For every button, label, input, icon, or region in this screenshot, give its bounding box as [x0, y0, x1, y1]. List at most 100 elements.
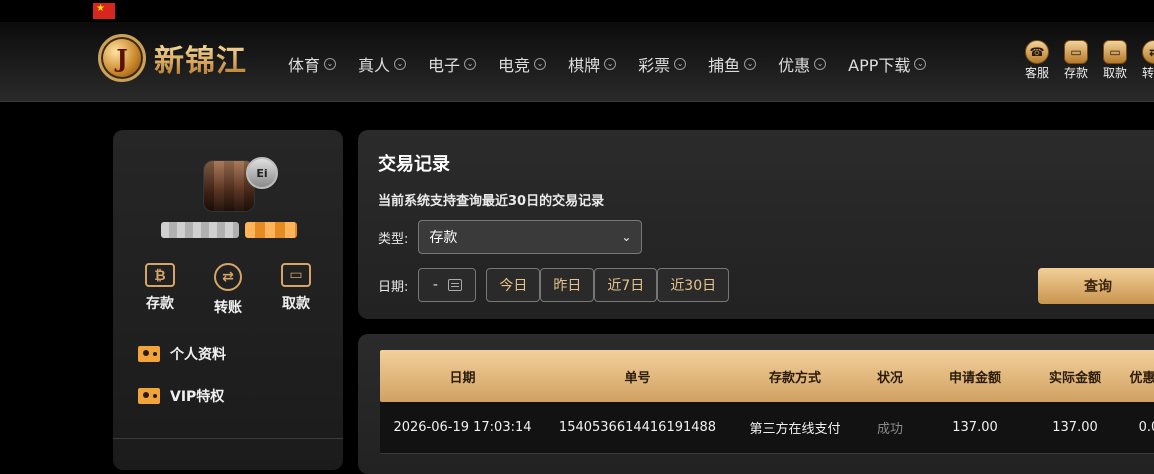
- nav-label: 捕鱼: [708, 56, 741, 75]
- quick-transfer[interactable]: ⇄ 转账: [1140, 40, 1154, 79]
- transactions-filter-panel: 交易记录 当前系统支持查询最近30日的交易记录 类型: 存款 ⌄ 日期: - 今…: [358, 130, 1154, 319]
- table-cell-status: 成功: [876, 422, 903, 437]
- table-header-actual-amount: 实际金额: [1048, 370, 1101, 386]
- sidebar-item-profile[interactable]: 个人资料: [138, 344, 226, 364]
- table-header-status: 状况: [876, 370, 903, 386]
- wallet-icon: ₿: [145, 263, 175, 287]
- table-row: 2026-06-19 17:03:14 1540536614416191488 …: [380, 402, 1154, 454]
- sidebar-item-vip[interactable]: VIP特权: [138, 386, 226, 406]
- type-filter-row: 类型: 存款 ⌄: [378, 220, 643, 254]
- nav-label: 彩票: [638, 56, 671, 75]
- chevron-down-icon: ⌄: [534, 58, 547, 70]
- table-header-bonus-amount: 优惠金: [1129, 370, 1154, 386]
- main-nav: 体育 ⌄ 真人 ⌄ 电子 ⌄ 电竞 ⌄ 棋牌 ⌄ 彩票 ⌄ 捕鱼 ⌄ 优惠 ⌄: [288, 52, 927, 76]
- nav-label: 电竞: [498, 56, 531, 75]
- sidebar-actions: ₿ 存款 ⇄ 转账 ▭ 取款: [130, 263, 326, 317]
- range-button-30days[interactable]: 近30日: [657, 268, 730, 302]
- calendar-icon: [447, 279, 462, 291]
- site-logo[interactable]: J 新锦江: [98, 34, 247, 82]
- sidebar-action-withdraw[interactable]: ▭ 取款: [266, 263, 326, 317]
- chevron-down-icon: ⌄: [621, 230, 632, 244]
- page-title: 交易记录: [378, 154, 450, 175]
- chevron-down-icon: ⌄: [674, 58, 687, 70]
- sidebar-action-label: 取款: [282, 296, 310, 312]
- table-cell-deposit-method: 第三方在线支付: [749, 422, 841, 437]
- chevron-down-icon: ⌄: [814, 58, 827, 70]
- masked-username: [161, 222, 239, 238]
- type-select[interactable]: 存款 ⌄: [418, 220, 643, 254]
- chevron-down-icon: ⌄: [604, 58, 617, 70]
- quick-label: 转账: [1141, 66, 1154, 80]
- sidebar-action-transfer[interactable]: ⇄ 转账: [198, 263, 258, 317]
- quick-withdraw[interactable]: ▭ 取款: [1101, 40, 1129, 79]
- sidebar-menu: 个人资料 VIP特权: [138, 344, 226, 406]
- table-header-deposit-method: 存款方式: [768, 370, 821, 386]
- range-button-today[interactable]: 今日: [486, 268, 541, 302]
- nav-label: 优惠: [778, 56, 811, 75]
- transfer-icon: ⇄: [214, 263, 242, 291]
- table-header-requested-amount: 申请金额: [948, 370, 1001, 386]
- sidebar-action-label: 存款: [146, 296, 174, 312]
- table-header-date: 日期: [449, 370, 476, 386]
- chevron-down-icon: ⌄: [914, 58, 927, 70]
- nav-item-esports[interactable]: 电竞 ⌄: [498, 52, 547, 76]
- support-icon: ☎: [1025, 40, 1049, 64]
- table-cell-date: 2026-06-19 17:03:14: [393, 420, 532, 435]
- withdraw-icon: ▭: [1103, 40, 1127, 64]
- nav-item-promotions[interactable]: 优惠 ⌄: [778, 52, 827, 76]
- nav-item-lottery[interactable]: 彩票 ⌄: [638, 52, 687, 76]
- date-filter-row: 日期: - 今日 昨日 近7日 近30日: [378, 268, 730, 302]
- chevron-down-icon: ⌄: [464, 58, 477, 70]
- card-icon: ▭: [281, 263, 311, 287]
- nav-label: 体育: [288, 56, 321, 75]
- nav-item-fishing[interactable]: 捕鱼 ⌄: [708, 52, 757, 76]
- header-quick-links: ☎ 客服 ▭ 存款 ▭ 取款 ⇄ 转账: [1023, 40, 1154, 79]
- page-subtitle: 当前系统支持查询最近30日的交易记录: [378, 194, 605, 209]
- date-range-input[interactable]: -: [418, 268, 477, 302]
- table-cell-requested-amount: 137.00: [952, 420, 998, 435]
- range-button-yesterday[interactable]: 昨日: [540, 268, 595, 302]
- nav-item-cards[interactable]: 棋牌 ⌄: [568, 52, 617, 76]
- nav-label: 真人: [358, 56, 391, 75]
- transactions-table: 日期 单号 存款方式 状况 申请金额 实际金额 优惠金 2026-06-19 1…: [380, 350, 1154, 454]
- range-button-7days[interactable]: 近7日: [594, 268, 658, 302]
- chevron-down-icon: ⌄: [744, 58, 757, 70]
- nav-item-live[interactable]: 真人 ⌄: [358, 52, 407, 76]
- chevron-down-icon: ⌄: [394, 58, 407, 70]
- date-quick-ranges: 今日 昨日 近7日 近30日: [486, 268, 730, 302]
- logo-text: 新锦江: [154, 36, 247, 80]
- quick-deposit[interactable]: ▭ 存款: [1062, 40, 1090, 79]
- sidebar-action-label: 转账: [214, 300, 242, 316]
- vip-card-icon: [138, 388, 160, 404]
- type-select-value: 存款: [429, 230, 458, 246]
- deposit-icon: ▭: [1064, 40, 1088, 64]
- table-cell-actual-amount: 137.00: [1052, 420, 1098, 435]
- user-info-masked: [161, 222, 297, 238]
- quick-label: 客服: [1024, 66, 1049, 80]
- transactions-table-panel: 日期 单号 存款方式 状况 申请金额 实际金额 优惠金 2026-06-19 1…: [358, 334, 1154, 474]
- user-avatar-wrap: Ei: [203, 157, 278, 222]
- account-sidebar: Ei ₿ 存款 ⇄ 转账 ▭ 取款 个人资料 VIP特权: [113, 130, 343, 470]
- quick-support[interactable]: ☎ 客服: [1023, 40, 1051, 79]
- quick-label: 取款: [1102, 66, 1127, 80]
- logo-badge: J: [98, 34, 146, 82]
- transfer-icon: ⇄: [1142, 40, 1154, 64]
- sidebar-divider: [113, 438, 343, 439]
- sidebar-action-deposit[interactable]: ₿ 存款: [130, 263, 190, 317]
- nav-item-sports[interactable]: 体育 ⌄: [288, 52, 337, 76]
- query-button[interactable]: 查询: [1038, 268, 1154, 304]
- nav-label: APP下载: [848, 56, 911, 75]
- date-range-value: -: [432, 277, 438, 293]
- top-header: J 新锦江 体育 ⌄ 真人 ⌄ 电子 ⌄ 电竞 ⌄ 棋牌 ⌄ 彩票 ⌄ 捕鱼 ⌄…: [0, 22, 1154, 102]
- flag-star-icon: ★: [96, 3, 105, 14]
- sidebar-item-label: 个人资料: [170, 347, 226, 363]
- quick-label: 存款: [1063, 66, 1088, 80]
- table-cell-bonus-amount: 0.0: [1138, 420, 1154, 435]
- nav-label: 棋牌: [568, 56, 601, 75]
- nav-item-slots[interactable]: 电子 ⌄: [428, 52, 477, 76]
- table-header-order-no: 单号: [624, 370, 651, 386]
- vip-badge: Ei: [246, 157, 278, 189]
- table-header-row: 日期 单号 存款方式 状况 申请金额 实际金额 优惠金: [380, 350, 1154, 402]
- masked-level-tag: [245, 222, 297, 238]
- nav-item-app-download[interactable]: APP下载 ⌄: [848, 52, 927, 76]
